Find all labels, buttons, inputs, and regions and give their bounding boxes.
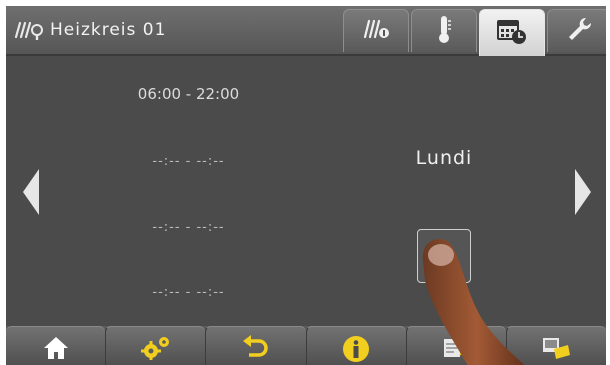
back-arrow-icon bbox=[241, 335, 271, 365]
pointing-finger bbox=[411, 231, 541, 365]
back-button[interactable] bbox=[205, 326, 306, 365]
chevron-left-icon bbox=[21, 167, 41, 221]
wrench-icon bbox=[566, 15, 594, 47]
tab-settings[interactable] bbox=[547, 9, 606, 52]
tab-temperature[interactable] bbox=[411, 9, 477, 52]
gears-icon bbox=[140, 335, 172, 365]
calendar-clock-icon bbox=[496, 16, 528, 50]
tab-schedule[interactable] bbox=[479, 9, 545, 56]
next-day-button[interactable] bbox=[572, 168, 594, 220]
page-title: Heizkreis 01 bbox=[50, 20, 167, 40]
info-button[interactable] bbox=[305, 326, 406, 365]
time-slot-3[interactable]: --:-- - --:-- bbox=[106, 220, 271, 235]
settings-button[interactable] bbox=[105, 326, 206, 365]
thermometer-icon bbox=[435, 14, 453, 48]
screen: Heizkreis 01 06:00 - 22:00 --:-- - --:--… bbox=[6, 6, 606, 365]
info-icon bbox=[342, 335, 370, 365]
tab-heating-status[interactable] bbox=[343, 9, 409, 52]
heating-circuit-icon bbox=[12, 17, 46, 43]
device-icon bbox=[540, 335, 572, 365]
title-area: Heizkreis 01 bbox=[6, 6, 336, 54]
header-bar: Heizkreis 01 bbox=[6, 6, 606, 56]
time-slot-2[interactable]: --:-- - --:-- bbox=[106, 154, 271, 169]
previous-day-button[interactable] bbox=[20, 168, 42, 220]
home-icon bbox=[42, 335, 70, 365]
day-label: Lundi bbox=[415, 147, 473, 169]
heating-status-icon bbox=[362, 17, 390, 45]
home-button[interactable] bbox=[6, 326, 106, 365]
time-slot-4[interactable]: --:-- - --:-- bbox=[106, 285, 271, 300]
time-slot-1[interactable]: 06:00 - 22:00 bbox=[106, 85, 271, 103]
chevron-right-icon bbox=[573, 167, 593, 221]
